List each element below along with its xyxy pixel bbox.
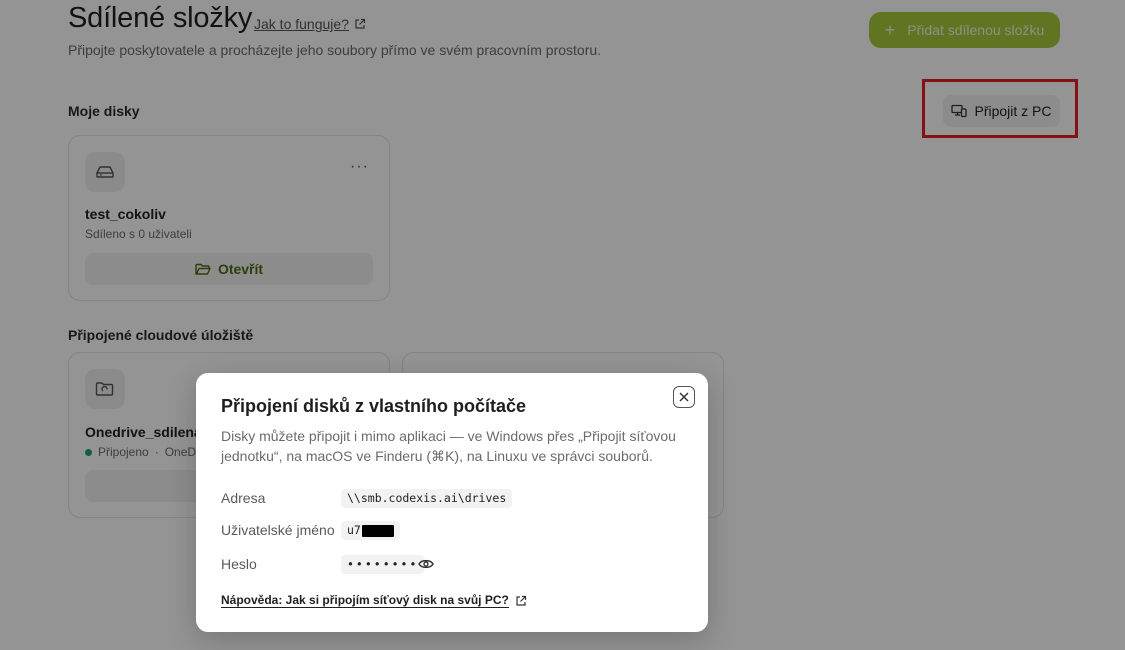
eye-icon[interactable]: [418, 557, 434, 571]
dialog-description: Disky můžete připojit i mimo aplikaci — …: [221, 428, 676, 464]
dialog-title: Připojení disků z vlastního počítače: [221, 396, 527, 416]
address-label: Adresa: [221, 490, 266, 506]
close-button[interactable]: [673, 386, 695, 408]
connect-drive-dialog: Připojení disků z vlastního počítače Dis…: [196, 373, 708, 632]
shared-folders-page: Sdílené složky Jak to funguje? Připojte …: [0, 0, 1125, 650]
external-link-icon: [516, 595, 526, 606]
password-label: Heslo: [221, 556, 257, 572]
help-link-text: Nápověda: Jak si připojím síťový disk na…: [221, 593, 509, 608]
username-value[interactable]: u7: [341, 521, 400, 540]
password-value[interactable]: ••••••••: [341, 555, 425, 574]
redacted-block: [361, 524, 394, 537]
close-icon: [679, 392, 689, 402]
username-text: u7: [347, 523, 361, 537]
help-link[interactable]: Nápověda: Jak si připojím síťový disk na…: [221, 593, 527, 608]
username-label: Uživatelské jméno: [221, 522, 335, 538]
address-value[interactable]: \\smb.codexis.ai\drives: [341, 489, 513, 508]
